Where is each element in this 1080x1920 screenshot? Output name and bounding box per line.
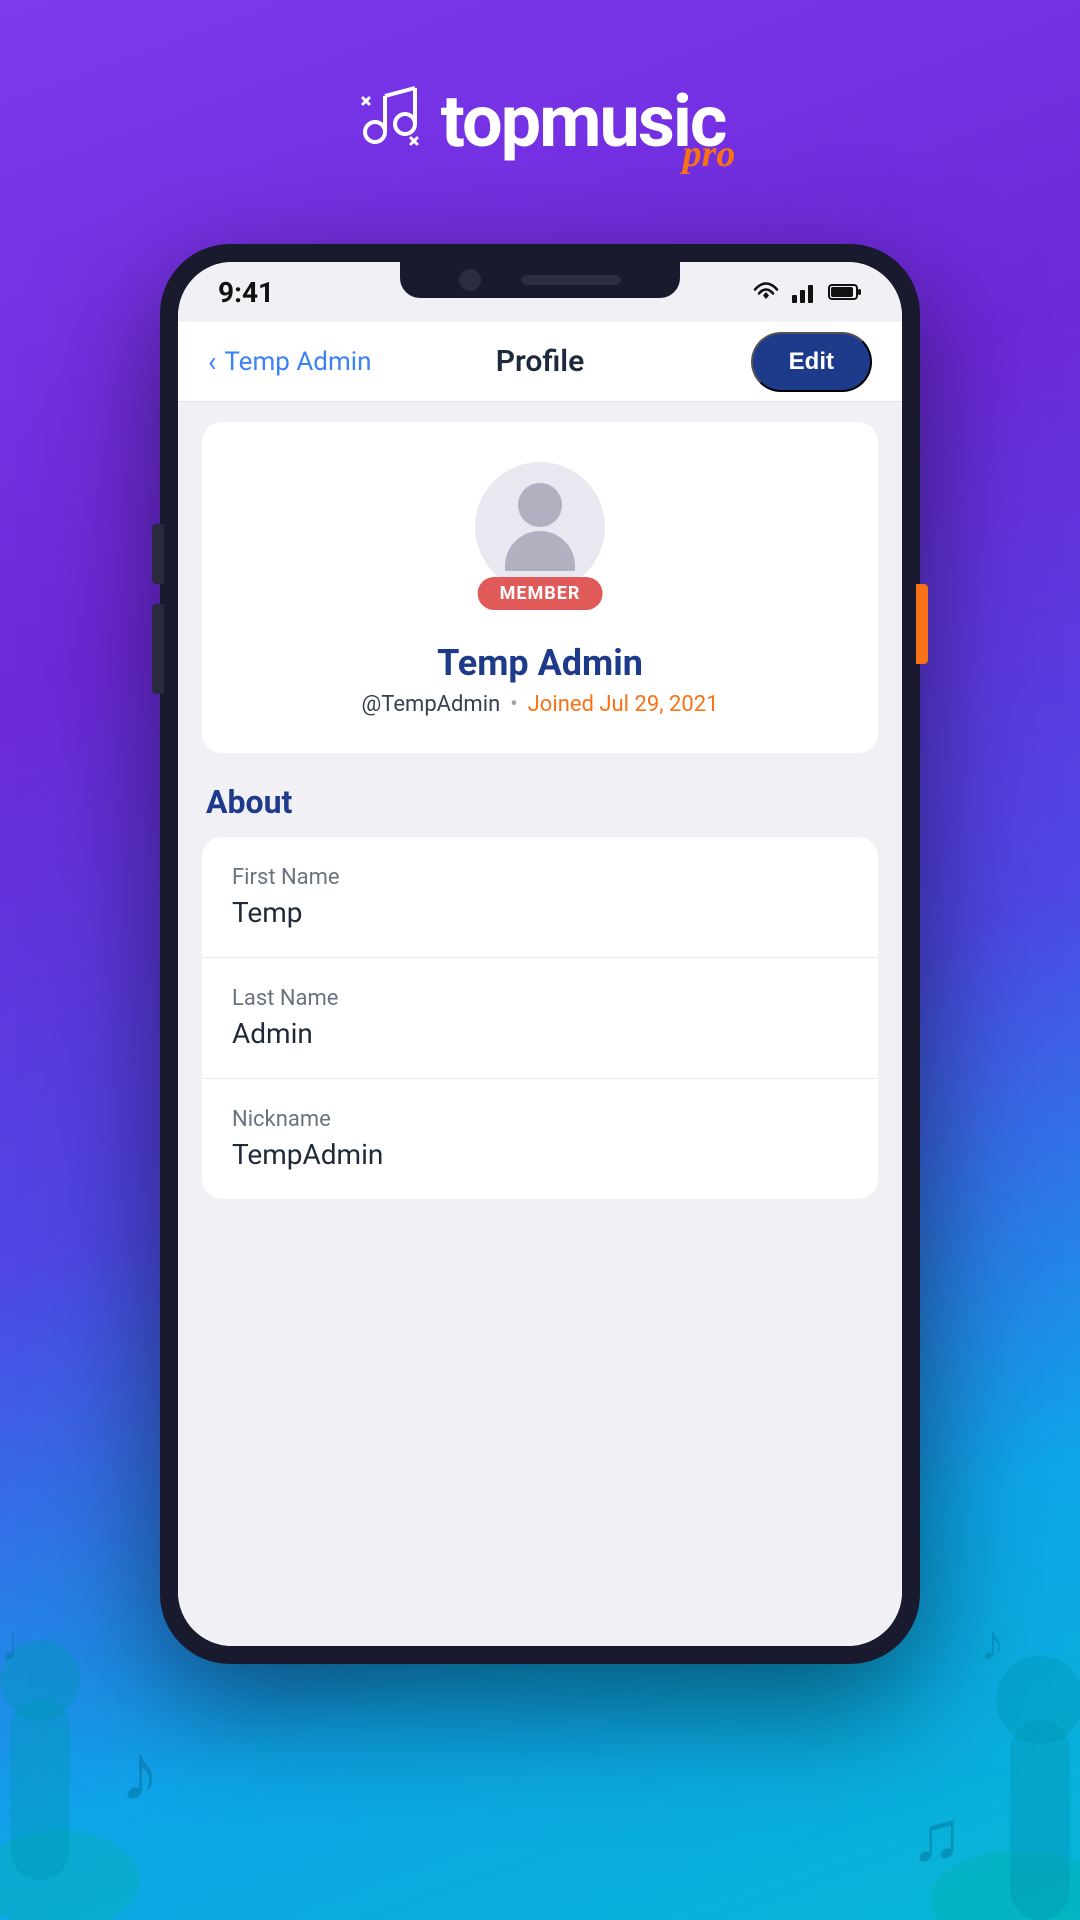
avatar bbox=[475, 462, 605, 592]
svg-text:♩: ♩ bbox=[0, 1615, 50, 1673]
phone-screen: 9:41 bbox=[178, 262, 902, 1646]
profile-name: Temp Admin bbox=[437, 642, 643, 684]
power-button bbox=[916, 584, 928, 664]
speaker-icon bbox=[521, 275, 621, 285]
phone-notch bbox=[400, 262, 680, 298]
volume-down-button bbox=[152, 604, 164, 694]
avatar-person-icon bbox=[505, 483, 575, 571]
status-icons bbox=[752, 281, 862, 303]
about-field-1: Last Name Admin bbox=[202, 958, 878, 1079]
status-time: 9:41 bbox=[218, 276, 274, 309]
navigation-bar: ‹ Temp Admin Profile Edit bbox=[178, 322, 902, 402]
edit-button[interactable]: Edit bbox=[751, 332, 872, 392]
logo-icon bbox=[355, 80, 425, 164]
member-badge: MEMBER bbox=[478, 577, 603, 610]
camera-icon bbox=[459, 269, 481, 291]
logo-text-container: topmusic pro bbox=[441, 86, 726, 158]
back-button[interactable]: ‹ Temp Admin bbox=[208, 345, 429, 378]
field-value-1: Admin bbox=[232, 1017, 848, 1050]
profile-separator: • bbox=[510, 692, 517, 717]
field-value-2: TempAdmin bbox=[232, 1138, 848, 1171]
logo-pro: pro bbox=[683, 132, 736, 176]
field-label-2: Nickname bbox=[232, 1107, 848, 1132]
avatar-container: MEMBER bbox=[475, 462, 605, 592]
profile-joined-date: Joined Jul 29, 2021 bbox=[528, 692, 719, 717]
nav-actions: Edit bbox=[651, 332, 872, 392]
svg-text:♪: ♪ bbox=[120, 1726, 160, 1820]
about-field-0: First Name Temp bbox=[202, 837, 878, 958]
phone-frame: 9:41 bbox=[160, 244, 920, 1664]
signal-icon bbox=[790, 281, 818, 303]
volume-up-button bbox=[152, 524, 164, 584]
avatar-body bbox=[505, 531, 575, 571]
avatar-head bbox=[518, 483, 562, 527]
back-label: Temp Admin bbox=[224, 347, 371, 377]
wifi-icon bbox=[752, 281, 780, 303]
svg-text:♪: ♪ bbox=[980, 1615, 1005, 1673]
logo-area: topmusic pro bbox=[355, 80, 726, 164]
field-label-1: Last Name bbox=[232, 986, 848, 1011]
battery-icon bbox=[828, 281, 862, 303]
profile-meta: @TempAdmin • Joined Jul 29, 2021 bbox=[362, 692, 719, 717]
page-title: Profile bbox=[429, 344, 650, 379]
about-title: About bbox=[202, 783, 878, 821]
about-section: About First Name Temp Last Name Admin Ni… bbox=[202, 783, 878, 1199]
screen-content[interactable]: MEMBER Temp Admin @TempAdmin • Joined Ju… bbox=[178, 402, 902, 1646]
about-card: First Name Temp Last Name Admin Nickname… bbox=[202, 837, 878, 1199]
profile-username: @TempAdmin bbox=[362, 692, 501, 717]
field-label-0: First Name bbox=[232, 865, 848, 890]
field-value-0: Temp bbox=[232, 896, 848, 929]
back-chevron-icon: ‹ bbox=[208, 345, 216, 378]
about-fields: First Name Temp Last Name Admin Nickname… bbox=[202, 837, 878, 1199]
svg-text:♫: ♫ bbox=[910, 1796, 963, 1878]
about-field-2: Nickname TempAdmin bbox=[202, 1079, 878, 1199]
profile-card: MEMBER Temp Admin @TempAdmin • Joined Ju… bbox=[202, 422, 878, 753]
